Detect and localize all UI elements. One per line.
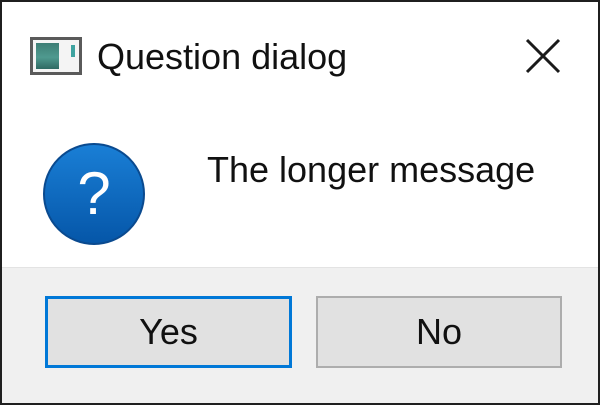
window-title: Question dialog — [97, 36, 348, 77]
svg-text:?: ? — [77, 160, 110, 227]
window-app-icon — [30, 37, 82, 75]
button-bar: Yes No — [2, 267, 598, 403]
title-bar[interactable]: Question dialog — [2, 2, 598, 112]
close-icon — [525, 38, 561, 74]
yes-button[interactable]: Yes — [45, 296, 292, 368]
question-icon: ? — [43, 143, 145, 245]
question-dialog: Question dialog ? The longer message Yes… — [0, 0, 600, 405]
no-button[interactable]: No — [316, 296, 562, 368]
dialog-content: ? The longer message — [2, 112, 598, 267]
close-button[interactable] — [507, 28, 577, 84]
message-text: The longer message — [207, 149, 536, 190]
